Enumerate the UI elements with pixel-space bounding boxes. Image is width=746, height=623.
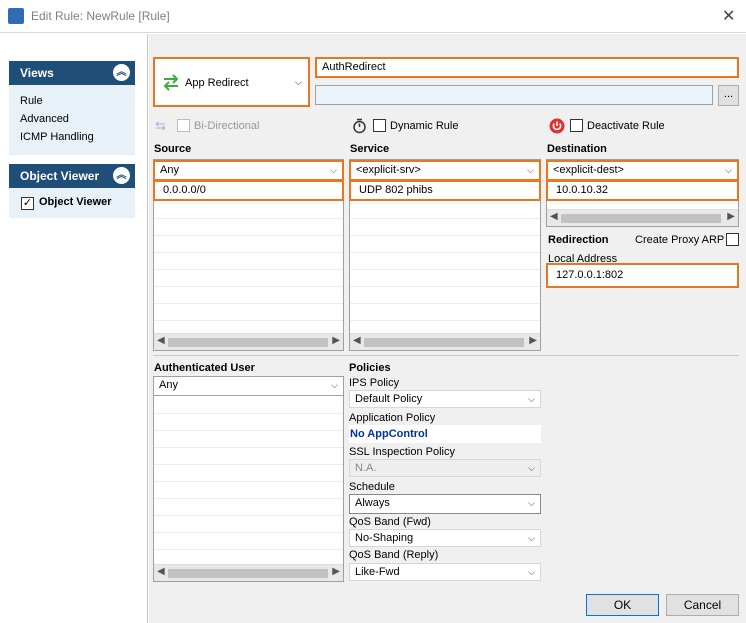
service-scrollbar[interactable]: ◀ ▶ — [350, 333, 540, 350]
chevron-down-icon: ⌵ — [528, 533, 535, 543]
bidirectional-icon: ⇆ — [155, 118, 166, 133]
qos-reply-value: Like-Fwd — [355, 566, 400, 578]
service-label: Service — [350, 143, 390, 155]
chevron-down-icon: ⌵ — [725, 165, 732, 175]
deactivate-rule-label: Deactivate Rule — [587, 120, 665, 132]
collapse-icon[interactable]: ︽ — [113, 64, 130, 81]
bidirectional-label: Bi-Directional — [194, 120, 260, 132]
ok-button[interactable]: OK — [586, 594, 659, 616]
authenticated-user-scrollbar[interactable]: ◀ ▶ — [154, 564, 343, 581]
object-viewer-checkbox-label: Object Viewer — [39, 196, 112, 208]
left-panel: Views ︽ Rule Advanced ICMP Handling Obje… — [0, 34, 148, 623]
chevron-down-icon: ⌵ — [330, 165, 337, 175]
authenticated-user-label: Authenticated User — [154, 362, 255, 374]
qos-fwd-value: No-Shaping — [355, 532, 414, 544]
app-icon — [8, 8, 24, 24]
qos-fwd-dropdown[interactable]: No-Shaping ⌵ — [349, 529, 541, 547]
schedule-dropdown[interactable]: Always ⌵ — [349, 494, 541, 514]
dynamic-rule-label: Dynamic Rule — [390, 120, 459, 132]
source-label: Source — [154, 143, 192, 155]
schedule-value: Always — [355, 497, 390, 509]
more-button[interactable]: ... — [718, 85, 739, 106]
dynamic-rule-checkbox[interactable] — [373, 119, 386, 132]
authenticated-user-list[interactable]: ◀ ▶ — [153, 376, 344, 582]
redirection-label: Redirection — [548, 234, 609, 246]
object-viewer-checkbox[interactable]: ✓ — [21, 197, 34, 210]
service-entry[interactable]: UDP 802 phibs — [349, 180, 541, 201]
separator — [153, 355, 739, 356]
title-bar: Edit Rule: NewRule [Rule] ✕ — [0, 0, 746, 33]
cancel-button[interactable]: Cancel — [666, 594, 739, 616]
create-proxy-arp-label: Create Proxy ARP — [635, 234, 725, 246]
chevron-down-icon: ⌵ — [528, 567, 535, 577]
power-icon — [549, 118, 565, 134]
source-selected: Any — [160, 164, 179, 176]
destination-label: Destination — [547, 143, 607, 155]
collapse-icon[interactable]: ︽ — [113, 167, 130, 184]
service-dropdown[interactable]: <explicit-srv> ⌵ — [349, 160, 541, 181]
authenticated-user-selected: Any — [159, 379, 178, 391]
deactivate-rule-checkbox[interactable] — [570, 119, 583, 132]
timer-icon — [353, 118, 366, 134]
destination-entry[interactable]: 10.0.10.32 — [546, 180, 739, 201]
main-panel: App Redirect ⌵ AuthRedirect ... ⇆ Bi-Dir… — [149, 34, 746, 623]
schedule-label: Schedule — [349, 481, 395, 493]
destination-dropdown[interactable]: <explicit-dest> ⌵ — [546, 160, 739, 181]
local-address-input[interactable]: 127.0.0.1:802 — [546, 263, 739, 288]
create-proxy-arp-checkbox[interactable] — [726, 233, 739, 246]
chevron-down-icon: ⌵ — [295, 77, 302, 87]
ssl-inspection-dropdown[interactable]: N.A. ⌵ — [349, 459, 541, 477]
source-scrollbar[interactable]: ◀ ▶ — [154, 333, 343, 350]
ssl-inspection-value: N.A. — [355, 462, 377, 474]
rule-name-input[interactable]: AuthRedirect — [315, 57, 739, 78]
chevron-down-icon: ⌵ — [528, 394, 535, 404]
action-selector[interactable]: App Redirect ⌵ — [153, 57, 310, 107]
application-policy-link[interactable]: No AppControl — [349, 425, 541, 443]
source-entry[interactable]: 0.0.0.0/0 — [153, 180, 344, 201]
ips-policy-dropdown[interactable]: Default Policy ⌵ — [349, 390, 541, 408]
policies-label: Policies — [349, 362, 391, 374]
views-item-advanced[interactable]: Advanced — [9, 110, 135, 128]
destination-selected: <explicit-dest> — [553, 164, 624, 176]
views-list: Rule Advanced ICMP Handling — [9, 85, 135, 155]
ips-policy-label: IPS Policy — [349, 377, 400, 389]
qos-reply-dropdown[interactable]: Like-Fwd ⌵ — [349, 563, 541, 581]
ssl-inspection-label: SSL Inspection Policy — [349, 446, 455, 458]
qos-reply-label: QoS Band (Reply) — [349, 549, 439, 561]
object-viewer-header-label: Object Viewer — [20, 169, 100, 183]
chevron-down-icon: ⌵ — [528, 463, 535, 473]
views-header-label: Views — [20, 66, 54, 80]
close-icon[interactable]: ✕ — [722, 6, 735, 26]
qos-fwd-label: QoS Band (Fwd) — [349, 516, 431, 528]
chevron-down-icon: ⌵ — [331, 380, 338, 390]
views-item-rule[interactable]: Rule — [9, 92, 135, 110]
source-dropdown[interactable]: Any ⌵ — [153, 160, 344, 181]
object-viewer-body: ✓ Object Viewer — [9, 188, 135, 218]
chevron-down-icon: ⌵ — [528, 498, 535, 508]
ips-policy-value: Default Policy — [355, 393, 423, 405]
bidirectional-checkbox[interactable] — [177, 119, 190, 132]
views-header[interactable]: Views ︽ — [9, 61, 135, 85]
authenticated-user-dropdown[interactable]: Any ⌵ — [153, 376, 344, 396]
window-title: Edit Rule: NewRule [Rule] — [31, 9, 170, 23]
rule-description-input[interactable] — [315, 85, 713, 105]
views-item-icmp[interactable]: ICMP Handling — [9, 128, 135, 146]
object-viewer-header[interactable]: Object Viewer ︽ — [9, 164, 135, 188]
application-policy-label: Application Policy — [349, 412, 436, 424]
redirect-icon — [163, 74, 179, 91]
service-selected: <explicit-srv> — [356, 164, 421, 176]
action-label: App Redirect — [185, 77, 249, 89]
destination-scrollbar[interactable]: ◀ ▶ — [547, 209, 738, 226]
chevron-down-icon: ⌵ — [527, 165, 534, 175]
